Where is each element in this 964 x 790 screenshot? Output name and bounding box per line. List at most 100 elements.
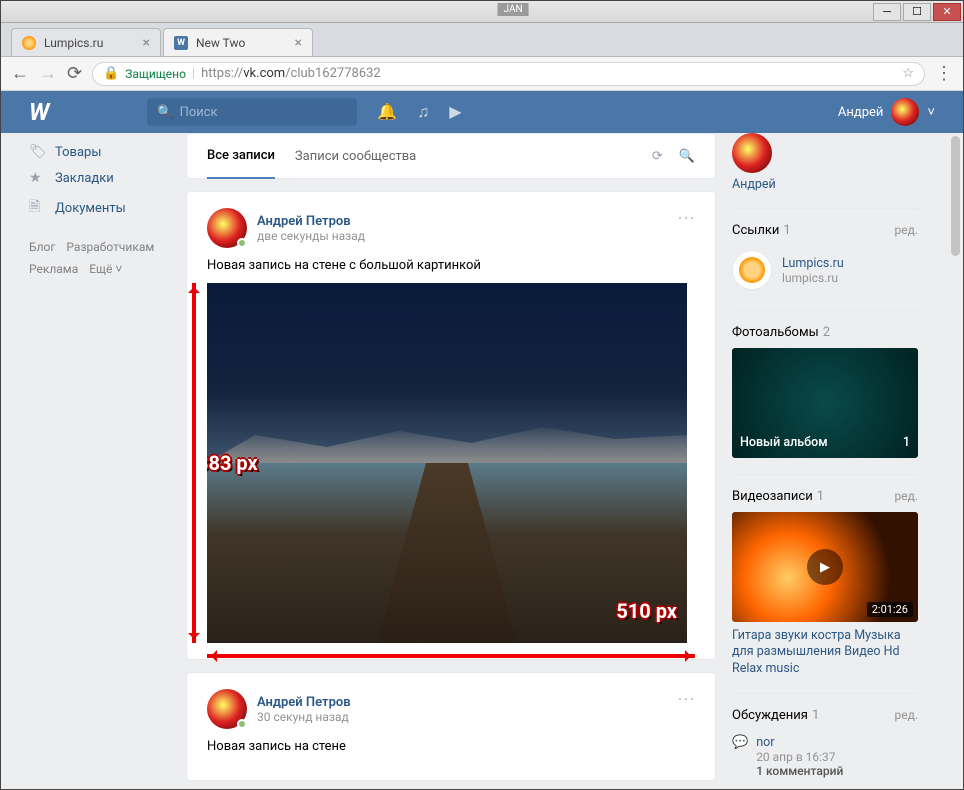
- secure-label: Защищено: [125, 67, 186, 81]
- contact-name[interactable]: Андрей: [732, 177, 918, 192]
- video-duration: 2:01:26: [867, 602, 913, 617]
- goods-icon: 🏷: [29, 144, 45, 160]
- online-indicator: [237, 719, 247, 729]
- discussion-item[interactable]: 💬 nor 20 апр в 16:37 1 комментарий: [732, 731, 918, 782]
- sidebar-item-goods[interactable]: 🏷 Товары: [29, 139, 166, 165]
- window-close-button[interactable]: ✕: [933, 3, 961, 21]
- play-icon: ▶: [807, 549, 843, 585]
- widget-title: Видеозаписи: [732, 489, 813, 504]
- post-image[interactable]: 383 px 510 px: [207, 283, 687, 643]
- play-icon[interactable]: ▶: [449, 102, 461, 122]
- feed: Все записи Записи сообщества ⟳ 🔍 Андрей …: [166, 133, 716, 789]
- sidebar-label: Документы: [55, 201, 126, 216]
- url-domain: vk.com: [243, 66, 285, 81]
- widget-edit-link[interactable]: ред.: [894, 708, 918, 722]
- widget-albums: Фотоальбомы 2 Новый альбом 1: [732, 317, 918, 458]
- sidebar-footer: Блог Разработчикам Реклама Ещё ˅: [29, 237, 166, 280]
- browser-tab-lumpics[interactable]: Lumpics.ru ×: [11, 28, 161, 56]
- comment-icon: 💬: [732, 735, 748, 778]
- widget-links: Ссылки 1 ред. Lumpics.ru lumpics.ru: [732, 215, 918, 294]
- browser-tab-strip: Lumpics.ru × W New Two ×: [1, 23, 963, 57]
- notifications-icon[interactable]: 🔔: [377, 102, 397, 122]
- sidebar-item-bookmarks[interactable]: ★ Закладки: [29, 165, 166, 191]
- left-sidebar: 🏷 Товары ★ Закладки 🗎 Документы Блог Раз…: [1, 133, 166, 789]
- url-path: /club162778632: [285, 66, 381, 81]
- sidebar-label: Товары: [55, 145, 101, 160]
- post-author[interactable]: Андрей Петров: [257, 214, 365, 229]
- discussion-comments: 1 комментарий: [756, 764, 843, 778]
- post-avatar[interactable]: [207, 689, 247, 729]
- sidebar-item-documents[interactable]: 🗎 Документы: [29, 191, 166, 225]
- browser-tab-vk[interactable]: W New Two ×: [163, 28, 313, 56]
- discussion-topic: nor: [756, 735, 843, 750]
- discussion-date: 20 апр в 16:37: [756, 750, 843, 764]
- widget-videos: Видеозаписи 1 ред. ▶ 2:01:26 Гитара звук…: [732, 481, 918, 677]
- link-title: Lumpics.ru: [782, 256, 844, 271]
- dimension-arrow-horizontal: [207, 654, 695, 658]
- back-button[interactable]: ←: [11, 63, 29, 84]
- address-bar: ← → ⟳ 🔒 Защищено | https://vk.com/club16…: [1, 57, 963, 91]
- widget-count: 1: [783, 223, 790, 238]
- vk-header: W 🔍 Поиск 🔔 ♫ ▶ Андрей ˅: [1, 91, 963, 133]
- widget-contacts: Андрей: [732, 133, 918, 192]
- refresh-icon[interactable]: ⟳: [652, 149, 663, 164]
- forward-button[interactable]: →: [39, 63, 57, 84]
- search-input[interactable]: 🔍 Поиск: [147, 98, 357, 126]
- music-icon[interactable]: ♫: [417, 102, 429, 122]
- widget-edit-link[interactable]: ред.: [894, 489, 918, 503]
- video-title[interactable]: Гитара звуки костра Музыка для размышлен…: [732, 628, 918, 677]
- video-thumbnail[interactable]: ▶ 2:01:26: [732, 512, 918, 622]
- link-subtitle: lumpics.ru: [782, 271, 844, 285]
- search-posts-icon[interactable]: 🔍: [679, 149, 695, 164]
- dimension-arrow-vertical: [192, 283, 196, 643]
- post: Андрей Петров две секунды назад ⋯ Новая …: [186, 191, 716, 660]
- scrollbar[interactable]: [951, 136, 960, 256]
- tab-community-posts[interactable]: Записи сообщества: [295, 135, 416, 178]
- footer-link-more[interactable]: Ещё ˅: [89, 262, 122, 276]
- bookmark-star-icon[interactable]: ☆: [902, 66, 914, 81]
- tab-all-posts[interactable]: Все записи: [207, 134, 275, 179]
- online-indicator: [237, 238, 247, 248]
- post-time: две секунды назад: [257, 229, 365, 243]
- album-thumbnail[interactable]: Новый альбом 1: [732, 348, 918, 458]
- post-more-icon[interactable]: ⋯: [677, 208, 695, 229]
- post-time: 30 секунд назад: [257, 710, 351, 724]
- profile-menu[interactable]: Андрей ˅: [838, 98, 935, 126]
- chevron-down-icon: ˅: [927, 104, 935, 120]
- footer-link-ads[interactable]: Реклама: [29, 262, 78, 276]
- tab-title: Lumpics.ru: [44, 36, 103, 50]
- widget-title: Фотоальбомы: [732, 325, 819, 340]
- widget-edit-link[interactable]: ред.: [894, 223, 918, 237]
- lumpics-icon: [732, 250, 772, 290]
- url-input[interactable]: 🔒 Защищено | https://vk.com/club16277863…: [92, 62, 925, 86]
- browser-menu-button[interactable]: ⋮: [935, 63, 953, 84]
- tab-close-icon[interactable]: ×: [143, 35, 150, 51]
- search-placeholder: Поиск: [180, 105, 218, 120]
- widget-count: 2: [823, 325, 830, 340]
- tab-close-icon[interactable]: ×: [295, 35, 302, 51]
- dimension-label-width: 510 px: [616, 599, 677, 623]
- star-icon: ★: [29, 170, 45, 186]
- lock-icon: 🔒: [103, 66, 119, 81]
- link-item[interactable]: Lumpics.ru lumpics.ru: [732, 246, 918, 294]
- footer-link-dev[interactable]: Разработчикам: [66, 240, 154, 254]
- right-sidebar: Андрей Ссылки 1 ред. Lumpics.ru lumpics.…: [716, 133, 946, 789]
- post-image-container: 383 px 510 px: [207, 283, 695, 643]
- window-titlebar: JAN ─ ☐ ✕: [1, 1, 963, 23]
- vk-favicon: W: [174, 36, 188, 50]
- vk-logo[interactable]: W: [29, 98, 47, 126]
- footer-link-blog[interactable]: Блог: [29, 240, 55, 254]
- post-more-icon[interactable]: ⋯: [677, 689, 695, 710]
- widget-count: 1: [812, 708, 819, 723]
- post-text: Новая запись на стене с большой картинко…: [207, 258, 695, 273]
- maximize-button[interactable]: ☐: [903, 3, 931, 21]
- minimize-button[interactable]: ─: [873, 3, 901, 21]
- sidebar-label: Закладки: [55, 171, 114, 186]
- post-avatar[interactable]: [207, 208, 247, 248]
- post-author[interactable]: Андрей Петров: [257, 695, 351, 710]
- dimension-label-height: 383 px: [207, 451, 258, 475]
- document-icon: 🗎: [29, 196, 45, 220]
- header-icons: 🔔 ♫ ▶: [377, 102, 461, 122]
- contact-avatar[interactable]: [732, 133, 772, 173]
- reload-button[interactable]: ⟳: [67, 63, 82, 84]
